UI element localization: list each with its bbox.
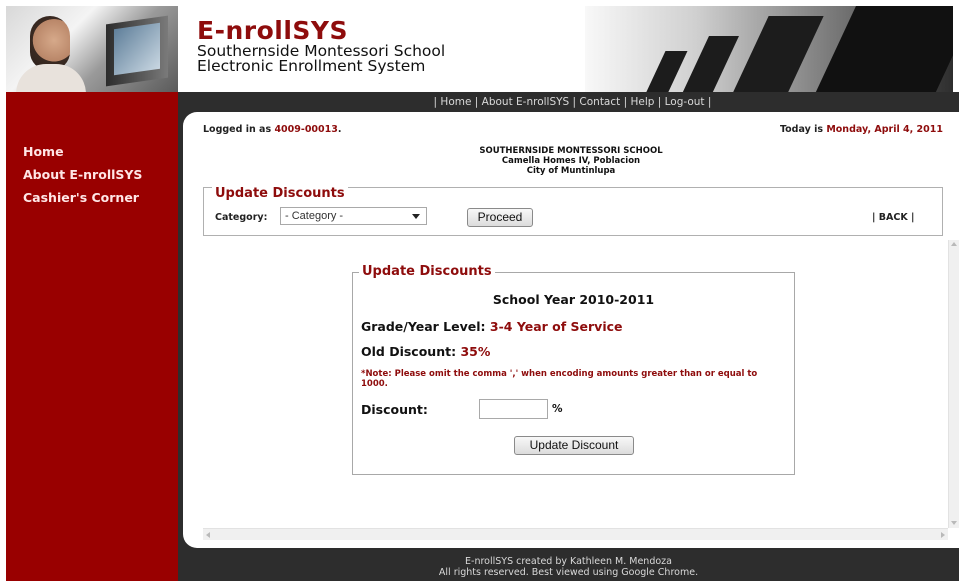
grade-level-label: Grade/Year Level: xyxy=(361,319,490,334)
category-label: Category: xyxy=(215,212,268,223)
sidebar-item-cashiers-corner[interactable]: Cashier's Corner xyxy=(23,190,139,205)
back-link[interactable]: | BACK | xyxy=(872,212,914,223)
sidebar-item-about[interactable]: About E-nrollSYS xyxy=(23,167,142,182)
logged-in-prefix: Logged in as xyxy=(203,124,275,135)
grade-level-row: Grade/Year Level: 3-4 Year of Service xyxy=(361,319,623,334)
school-name: SOUTHERNSIDE MONTESSORI SCHOOL xyxy=(479,146,663,156)
update-discount-button[interactable]: Update Discount xyxy=(514,436,634,455)
update-discount-legend: Update Discounts xyxy=(359,264,495,279)
today-prefix: Today is xyxy=(779,124,827,135)
chevron-down-icon xyxy=(412,214,420,219)
school-year-heading: School Year 2010-2011 xyxy=(492,292,655,307)
footer-credit: E-nrollSYS created by Kathleen M. Mendoz… xyxy=(465,556,672,567)
vertical-scrollbar[interactable] xyxy=(948,240,959,528)
old-discount-value: 35% xyxy=(460,344,491,359)
proceed-button[interactable]: Proceed xyxy=(467,208,533,227)
percent-sign: % xyxy=(552,403,563,415)
horizontal-scrollbar[interactable] xyxy=(203,528,948,540)
today-date: Monday, April 4, 2011 xyxy=(826,124,943,135)
scroll-up-arrow-icon[interactable] xyxy=(951,242,957,246)
grade-level-value: 3-4 Year of Service xyxy=(489,319,623,334)
old-discount-row: Old Discount: 35% xyxy=(361,344,490,359)
discount-label: Discount: xyxy=(361,402,428,417)
student-body-shape xyxy=(16,64,86,92)
school-address-line2: City of Muntinlupa xyxy=(526,166,616,176)
encoding-note: *Note: Please omit the comma ',' when en… xyxy=(361,369,758,389)
discount-input[interactable] xyxy=(479,399,548,419)
computer-shape-3 xyxy=(731,16,824,92)
left-sidebar: Home About E-nrollSYS Cashier's Corner xyxy=(6,92,178,581)
old-discount-label: Old Discount: xyxy=(361,344,461,359)
site-header: E-nrollSYS Southernside Montessori Schoo… xyxy=(0,0,959,92)
logged-in-suffix: . xyxy=(337,124,342,135)
computer-shape-4 xyxy=(814,6,953,92)
computer-shape-1 xyxy=(644,51,688,92)
top-navigation[interactable]: | Home | About E-nrollSYS | Contact | He… xyxy=(178,92,959,112)
monitor-screen-shape xyxy=(114,22,160,76)
category-select-value: - Category - xyxy=(285,210,344,222)
category-select[interactable]: - Category - xyxy=(280,207,427,225)
logged-in-status: Logged in as 4009-00013. xyxy=(203,124,341,135)
header-photo-computers xyxy=(585,6,953,92)
computer-shape-2 xyxy=(681,36,739,92)
site-footer: E-nrollSYS created by Kathleen M. Mendoz… xyxy=(178,556,959,578)
scroll-down-arrow-icon[interactable] xyxy=(951,521,957,525)
scroll-right-arrow-icon[interactable] xyxy=(941,532,945,538)
school-address-line1: Camella Homes IV, Poblacion xyxy=(501,156,641,166)
header-photo-student xyxy=(6,6,178,92)
category-filter-legend: Update Discounts xyxy=(212,186,348,201)
sidebar-item-home[interactable]: Home xyxy=(23,144,64,159)
today-date-status: Today is Monday, April 4, 2011 xyxy=(780,124,943,135)
logged-in-user: 4009-00013 xyxy=(274,124,338,135)
brand-subtitle-system: Electronic Enrollment System xyxy=(197,57,426,75)
brand-logo-text: E-nrollSYS xyxy=(197,16,349,45)
footer-rights: All rights reserved. Best viewed using G… xyxy=(438,567,699,578)
scroll-left-arrow-icon[interactable] xyxy=(206,532,210,538)
student-head-shape xyxy=(30,16,70,70)
